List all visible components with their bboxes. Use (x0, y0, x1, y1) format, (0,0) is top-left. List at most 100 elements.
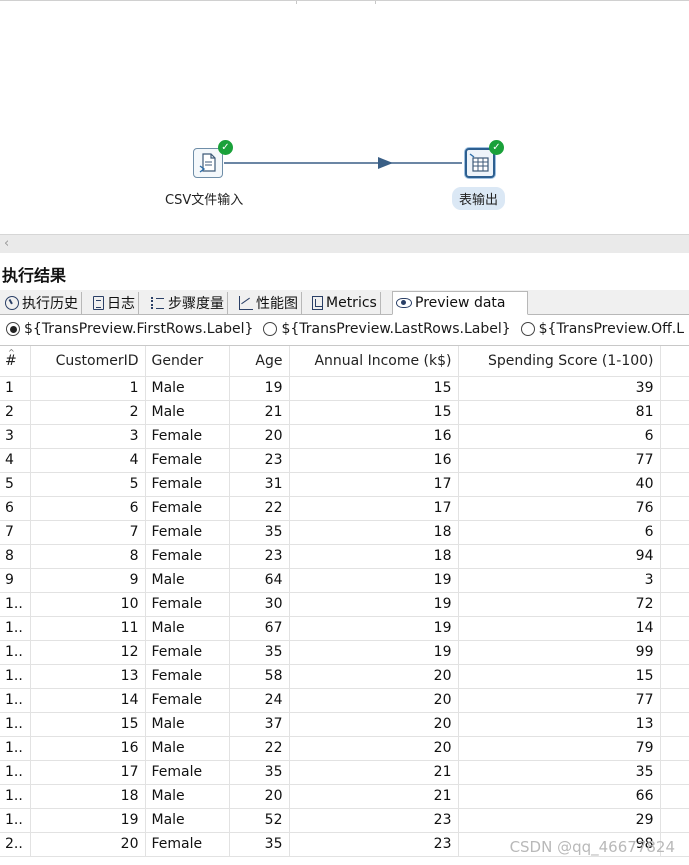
table-cell[interactable]: 6 (0, 496, 31, 521)
preview-data-grid[interactable]: ^ # CustomerID Gender Age Annual Income … (0, 345, 689, 857)
table-row[interactable]: 7 7 Female 35 18 6 (0, 520, 689, 545)
table-cell[interactable]: 77 (458, 688, 661, 713)
table-row[interactable]: 1.. 16 Male 22 20 79 (0, 736, 689, 761)
table-cell[interactable]: 16 (289, 448, 459, 473)
table-row[interactable]: 4 4 Female 23 16 77 (0, 448, 689, 473)
table-cell[interactable]: 1.. (0, 688, 31, 713)
tab-preview-data[interactable]: Preview data (392, 291, 529, 315)
table-cell[interactable]: 35 (229, 832, 290, 857)
radio-unchecked-icon[interactable] (263, 322, 278, 336)
table-cell[interactable]: 16 (289, 424, 459, 449)
table-row[interactable]: 1 1 Male 19 15 39 (0, 376, 689, 401)
table-cell[interactable]: 20 (30, 832, 146, 857)
table-row[interactable]: 1.. 11 Male 67 19 14 (0, 616, 689, 641)
table-cell[interactable]: 35 (229, 760, 290, 785)
step-label-csv-input[interactable]: CSV文件输入 (165, 189, 243, 208)
table-cell[interactable]: 66 (458, 784, 661, 809)
column-header-gender[interactable]: Gender (145, 346, 230, 377)
table-cell[interactable]: Female (145, 664, 230, 689)
table-cell[interactable]: Male (145, 400, 230, 425)
table-cell[interactable]: 7 (0, 520, 31, 545)
table-cell[interactable]: 3 (0, 424, 31, 449)
table-row[interactable]: 1.. 10 Female 30 19 72 (0, 592, 689, 617)
table-cell[interactable]: 19 (289, 592, 459, 617)
table-cell[interactable]: 5 (30, 472, 146, 497)
table-cell[interactable]: 18 (289, 520, 459, 545)
table-cell[interactable]: 67 (229, 616, 290, 641)
table-row[interactable]: 8 8 Female 23 18 94 (0, 544, 689, 569)
table-cell[interactable]: 15 (289, 400, 459, 425)
radio-checked-icon[interactable] (6, 322, 20, 336)
table-cell[interactable]: 79 (458, 736, 661, 761)
table-cell[interactable]: 23 (289, 808, 459, 833)
table-cell[interactable]: 20 (229, 424, 290, 449)
table-cell[interactable]: 35 (458, 760, 661, 785)
table-cell[interactable]: 10 (30, 592, 146, 617)
table-cell[interactable]: 77 (458, 448, 661, 473)
table-cell[interactable]: 94 (458, 544, 661, 569)
table-cell[interactable]: 6 (458, 520, 661, 545)
table-cell[interactable]: 31 (229, 472, 290, 497)
table-cell[interactable]: 15 (458, 664, 661, 689)
table-row[interactable]: 1.. 17 Female 35 21 35 (0, 760, 689, 785)
table-cell[interactable]: Female (145, 472, 230, 497)
table-cell[interactable]: 30 (229, 592, 290, 617)
table-cell[interactable]: 16 (30, 736, 146, 761)
csv-input-step[interactable] (193, 148, 223, 178)
table-row[interactable]: 1.. 13 Female 58 20 15 (0, 664, 689, 689)
table-cell[interactable]: 99 (458, 640, 661, 665)
table-cell[interactable]: 17 (289, 472, 459, 497)
table-cell[interactable]: 14 (458, 616, 661, 641)
table-cell[interactable]: 1.. (0, 616, 31, 641)
table-cell[interactable]: 12 (30, 640, 146, 665)
table-cell[interactable]: 17 (289, 496, 459, 521)
scroll-left-icon[interactable]: ‹ (4, 236, 9, 251)
table-cell[interactable]: 6 (30, 496, 146, 521)
table-cell[interactable]: Female (145, 760, 230, 785)
table-cell[interactable]: 20 (229, 784, 290, 809)
table-cell[interactable]: 1.. (0, 784, 31, 809)
tab-execution-history[interactable]: 执行历史 (2, 292, 82, 314)
table-cell[interactable]: 8 (30, 544, 146, 569)
table-cell[interactable]: 6 (458, 424, 661, 449)
table-row[interactable]: 1.. 14 Female 24 20 77 (0, 688, 689, 713)
table-row[interactable]: 1.. 12 Female 35 19 99 (0, 640, 689, 665)
table-cell[interactable]: 39 (458, 376, 661, 401)
table-cell[interactable]: Male (145, 736, 230, 761)
table-cell[interactable]: 21 (229, 400, 290, 425)
hop-arrow[interactable] (0, 1, 689, 235)
table-cell[interactable]: 4 (0, 448, 31, 473)
table-cell[interactable]: 64 (229, 568, 290, 593)
table-cell[interactable]: 72 (458, 592, 661, 617)
tab-performance-chart[interactable]: 性能图 (236, 292, 302, 314)
table-cell[interactable]: 20 (289, 712, 459, 737)
table-cell[interactable]: 19 (30, 808, 146, 833)
table-cell[interactable]: 4 (30, 448, 146, 473)
table-cell[interactable]: 7 (30, 520, 146, 545)
table-cell[interactable]: 58 (229, 664, 290, 689)
table-cell[interactable]: 1.. (0, 808, 31, 833)
table-cell[interactable]: 35 (229, 640, 290, 665)
tab-metrics[interactable]: Metrics (309, 292, 381, 314)
table-cell[interactable]: Male (145, 568, 230, 593)
table-cell[interactable]: 15 (30, 712, 146, 737)
column-header-annual-income[interactable]: Annual Income (k$) (289, 346, 459, 377)
table-cell[interactable]: 40 (458, 472, 661, 497)
table-cell[interactable]: 9 (30, 568, 146, 593)
column-header-index[interactable]: ^ # (0, 346, 31, 377)
table-row[interactable]: 1.. 19 Male 52 23 29 (0, 808, 689, 833)
table-cell[interactable]: Male (145, 712, 230, 737)
table-cell[interactable]: 20 (289, 688, 459, 713)
table-cell[interactable]: 17 (30, 760, 146, 785)
table-cell[interactable]: 21 (289, 760, 459, 785)
table-cell[interactable]: 20 (289, 664, 459, 689)
table-cell[interactable]: 3 (458, 568, 661, 593)
table-row[interactable]: 1.. 18 Male 20 21 66 (0, 784, 689, 809)
table-cell[interactable]: Female (145, 592, 230, 617)
table-cell[interactable]: Female (145, 496, 230, 521)
table-cell[interactable]: Male (145, 784, 230, 809)
radio-last-rows[interactable]: ${TransPreview.LastRows.Label} (263, 321, 511, 337)
table-cell[interactable]: 1.. (0, 736, 31, 761)
table-cell[interactable]: 24 (229, 688, 290, 713)
table-cell[interactable]: 15 (289, 376, 459, 401)
